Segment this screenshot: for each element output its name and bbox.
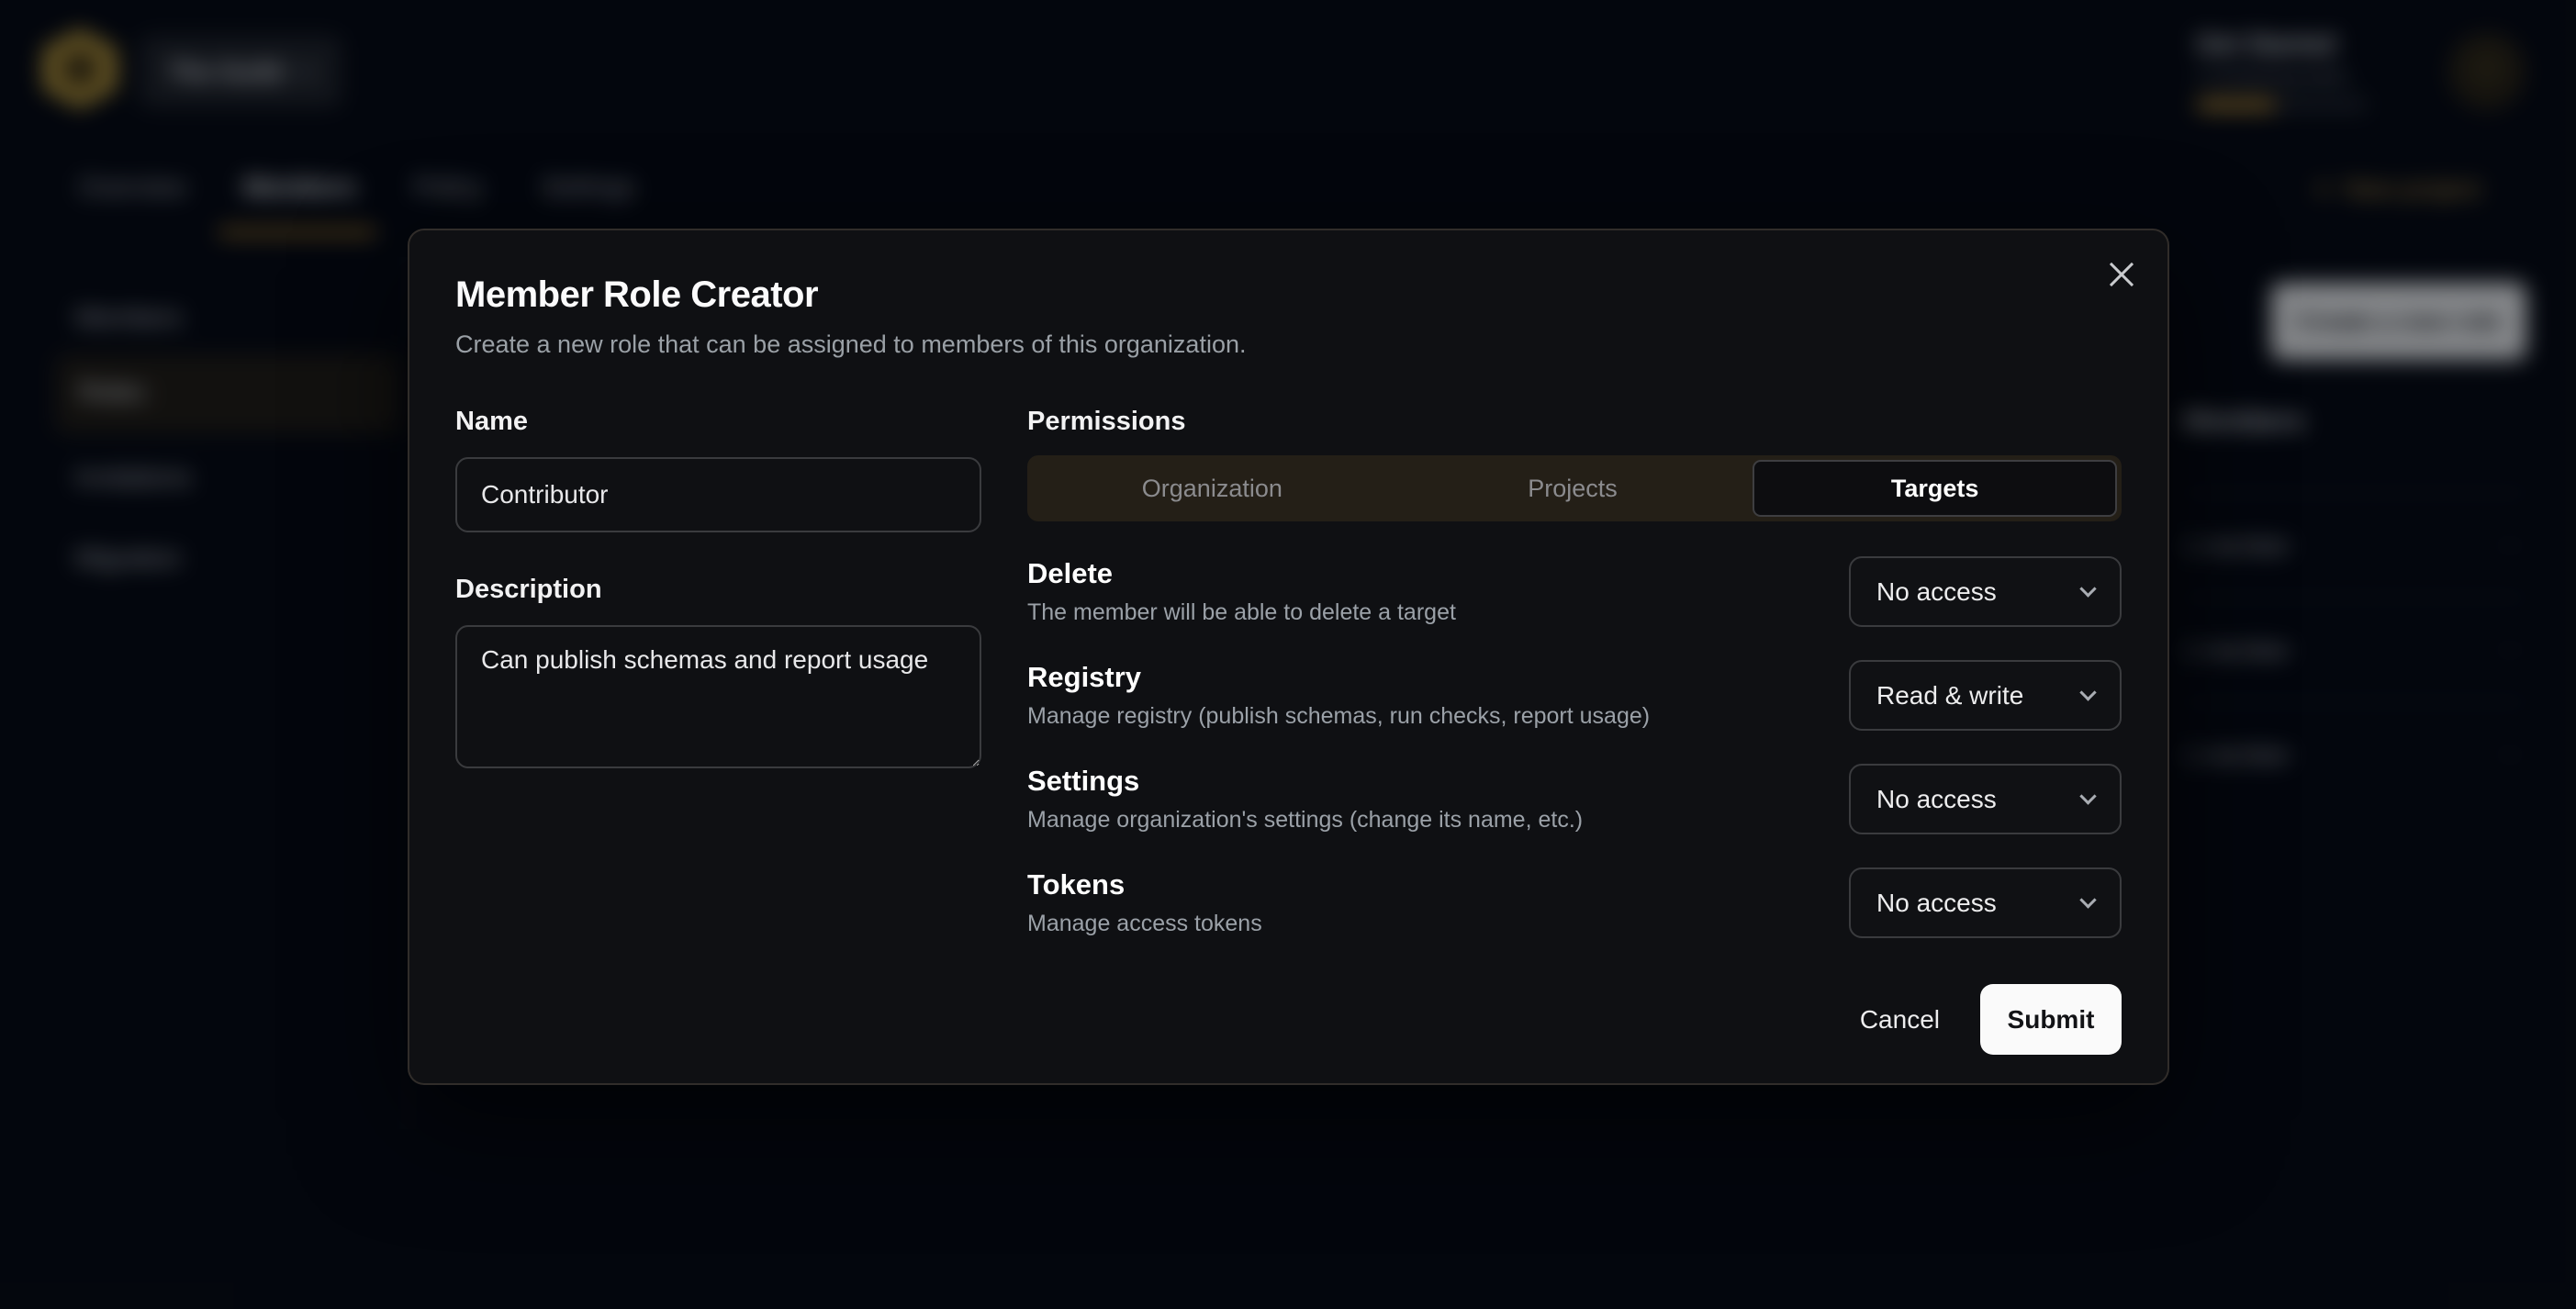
permission-row-settings: Settings Manage organization's settings … [1027,764,2122,834]
dialog-title: Member Role Creator [455,274,2122,316]
tab-targets[interactable]: Targets [1753,460,2117,517]
permission-title: Settings [1027,765,1583,798]
tokens-access-select[interactable]: No access [1849,867,2122,938]
member-role-creator-dialog: Member Role Creator Create a new role th… [408,229,2169,1085]
permissions-tabs: Organization Projects Targets [1027,455,2122,521]
permission-rows: Delete The member will be able to delete… [1027,556,2122,971]
chevron-down-icon [2079,788,2096,804]
permission-row-registry: Registry Manage registry (publish schema… [1027,660,2122,731]
permissions-label: Permissions [1027,407,2122,437]
name-input[interactable] [455,457,981,532]
select-value: No access [1876,889,1997,918]
select-value: Read & write [1876,681,2023,710]
description-label: Description [455,575,981,605]
chevron-down-icon [2079,891,2096,908]
select-value: No access [1876,577,1997,607]
permission-row-delete: Delete The member will be able to delete… [1027,556,2122,627]
permission-row-tokens: Tokens Manage access tokens No access [1027,867,2122,938]
app-window: The Guild Get Started 4 remaining tasks … [0,0,2576,1309]
delete-access-select[interactable]: No access [1849,556,2122,627]
settings-access-select[interactable]: No access [1849,764,2122,834]
dialog-footer: Cancel Submit [1027,984,2122,1055]
permission-description: Manage access tokens [1027,911,1262,937]
permission-description: Manage registry (publish schemas, run ch… [1027,703,1650,730]
permission-description: The member will be able to delete a targ… [1027,599,1456,626]
select-value: No access [1876,785,1997,814]
close-icon[interactable] [2101,254,2142,295]
dialog-subtitle: Create a new role that can be assigned t… [455,330,2122,359]
registry-access-select[interactable]: Read & write [1849,660,2122,731]
permission-title: Delete [1027,557,1456,590]
submit-button[interactable]: Submit [1980,984,2122,1055]
cancel-button[interactable]: Cancel [1860,1005,1940,1035]
chevron-down-icon [2079,684,2096,700]
permission-title: Registry [1027,661,1650,694]
chevron-down-icon [2079,580,2096,597]
permission-description: Manage organization's settings (change i… [1027,807,1583,834]
tab-organization[interactable]: Organization [1032,460,1393,517]
tab-projects[interactable]: Projects [1393,460,1753,517]
description-textarea[interactable]: Can publish schemas and report usage [455,625,981,768]
permission-title: Tokens [1027,868,1262,901]
name-label: Name [455,407,981,437]
